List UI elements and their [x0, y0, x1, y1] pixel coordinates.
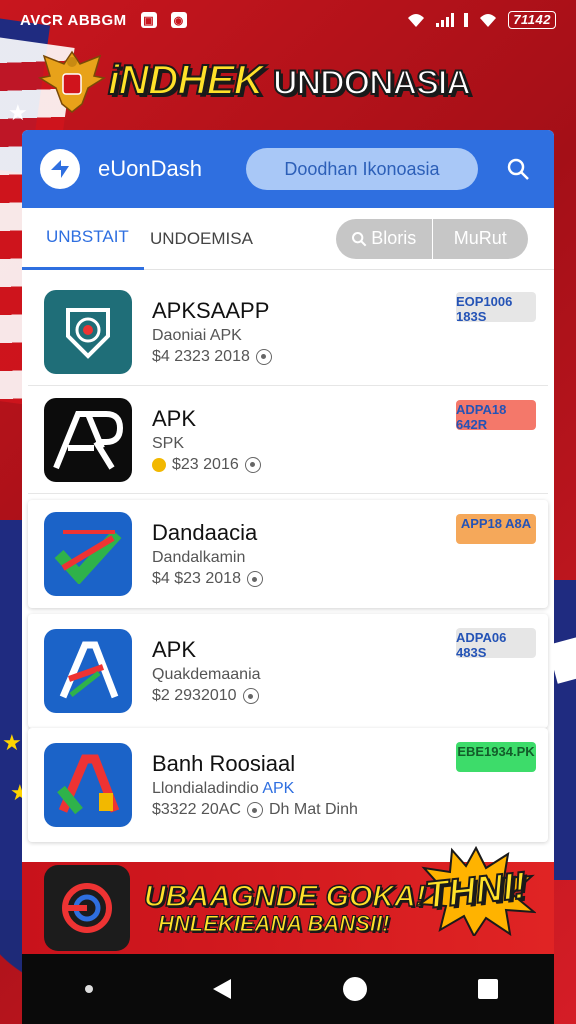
badge-text: EOP1006 183S	[456, 294, 513, 322]
status-text: AVCR ABBGM	[20, 11, 127, 29]
badge-text: ADPA06 483S	[456, 630, 507, 658]
navigation-bar	[22, 954, 554, 1024]
list-item[interactable]: APK Quakdemaania $2 2932010 ADPA06 483S	[28, 614, 548, 728]
apk-link[interactable]: APK	[262, 780, 294, 797]
info-icon	[255, 348, 272, 365]
app-meta: $23 2016	[172, 455, 239, 473]
app-icon-a	[44, 629, 132, 713]
banner-title: iNDHEK UNDONASIA	[107, 55, 472, 116]
segment-control: Bloris MuRut	[336, 218, 529, 259]
garuda-emblem-icon	[38, 50, 106, 113]
info-icon	[246, 802, 263, 818]
badge-text: ADPA18 642R	[456, 402, 507, 430]
app-list: APKSAAPP Daoniai APK $4 2323 2018 EOP100…	[22, 270, 554, 842]
status-bar: AVCR ABBGM ▣ ◉ 71142	[0, 0, 576, 40]
app-icon-a-red	[44, 743, 132, 827]
info-icon	[242, 688, 259, 704]
status-badge: APP18 A8A	[456, 514, 536, 544]
app-icon-ap	[44, 397, 132, 482]
segment-murut-button[interactable]: MuRut	[431, 218, 529, 259]
list-item[interactable]: Dandaacia Dandalkamin $4 $23 2018 APP18 …	[28, 500, 548, 608]
recents-button[interactable]	[468, 969, 508, 1009]
promo-headline: UBAAGNDE GOKA!	[143, 879, 426, 913]
star-icon: ★	[8, 100, 28, 125]
wifi-icon	[480, 14, 497, 27]
battery-indicator: 71142	[508, 11, 556, 29]
search-icon	[507, 158, 529, 180]
recents-square-icon	[477, 979, 498, 999]
app-icon-check	[44, 512, 132, 596]
tab-bar: UNBSTAIT UNDOEMISA Bloris MuRut	[22, 208, 554, 270]
search-icon	[352, 231, 367, 246]
app-name: APK	[152, 405, 197, 431]
dot-button[interactable]	[69, 969, 109, 1009]
search-button[interactable]	[500, 151, 536, 187]
list-item[interactable]: APKSAAPP Daoniai APK $4 2323 2018 EOP100…	[28, 278, 548, 386]
app-logo-icon[interactable]	[40, 149, 80, 189]
app-subtitle: Quakdemaania	[152, 666, 261, 683]
app-title: eUonDash	[98, 156, 202, 181]
app-name: Banh Roosiaal	[152, 751, 296, 776]
list-item[interactable]: Banh Roosiaal Llondialadindio APK $3322 …	[28, 728, 548, 842]
info-icon	[246, 571, 263, 587]
app-name: Dandaacia	[152, 520, 258, 545]
app-subtitle: Dandalkamin	[152, 549, 246, 566]
search-input[interactable]: Doodhan Ikonoasia	[245, 148, 478, 190]
app-subtitle: Daoniai APK	[152, 326, 242, 344]
segment-right-label: MuRut	[453, 228, 507, 248]
app-name: APK	[152, 637, 197, 662]
wifi-icon	[408, 14, 425, 27]
status-badge: ADPA06 483S	[456, 628, 536, 658]
badge-text: APP18 A8A	[460, 516, 532, 531]
info-icon	[244, 456, 261, 473]
tab-undoemisa[interactable]: UNDOEMISA	[144, 208, 265, 270]
promo-subheadline: HNLEKIEANA BANSII!	[158, 911, 390, 937]
notification-icon: ▣	[140, 12, 157, 28]
home-button[interactable]	[335, 969, 375, 1009]
list-item[interactable]: APK SPK $23 2016 ADPA18 642R	[28, 386, 548, 494]
app-meta-extra: Dh Mat Dinh	[268, 801, 358, 818]
app-meta: $3322 20AC	[152, 801, 241, 818]
badge-text: EBE1934.PK	[457, 744, 535, 759]
app-meta: $4 $23 2018	[152, 570, 241, 587]
segment-bloris-button[interactable]: Bloris	[336, 219, 432, 259]
back-button[interactable]	[202, 969, 242, 1009]
coin-icon	[152, 457, 166, 472]
status-badge: ADPA18 642R	[456, 400, 536, 430]
app-icon-target	[44, 289, 132, 374]
app-window: eUonDash Doodhan Ikonoasia UNBSTAIT UNDO…	[22, 130, 554, 952]
back-triangle-icon	[212, 979, 231, 999]
signal-icon	[436, 13, 455, 27]
app-subtitle: Llondialadindio APK	[152, 780, 295, 797]
tab-unbstait[interactable]: UNBSTAIT	[22, 208, 144, 270]
notification-icon: ◉	[170, 12, 187, 28]
banner-title-part1: iNDHEK	[107, 55, 265, 104]
banner-title-part2: UNDONASIA	[272, 63, 472, 103]
status-badge: EBE1934.PK	[456, 742, 536, 772]
dot-icon	[84, 985, 93, 993]
app-toolbar: eUonDash Doodhan Ikonoasia	[22, 130, 554, 208]
signal-icon	[464, 13, 469, 27]
app-meta: $4 2323 2018	[152, 347, 250, 365]
home-circle-icon	[342, 977, 367, 1001]
app-subtitle: SPK	[152, 434, 185, 452]
star-icon: ★	[2, 730, 22, 755]
promo-app-icon	[44, 865, 130, 951]
segment-left-label: Bloris	[371, 228, 417, 248]
app-name: APKSAAPP	[152, 297, 270, 323]
status-badge: EOP1006 183S	[456, 292, 536, 322]
app-meta: $2 2932010	[152, 687, 237, 704]
promo-banner[interactable]: UBAAGNDE GOKA! HNLEKIEANA BANSII! THNI!	[22, 846, 554, 954]
